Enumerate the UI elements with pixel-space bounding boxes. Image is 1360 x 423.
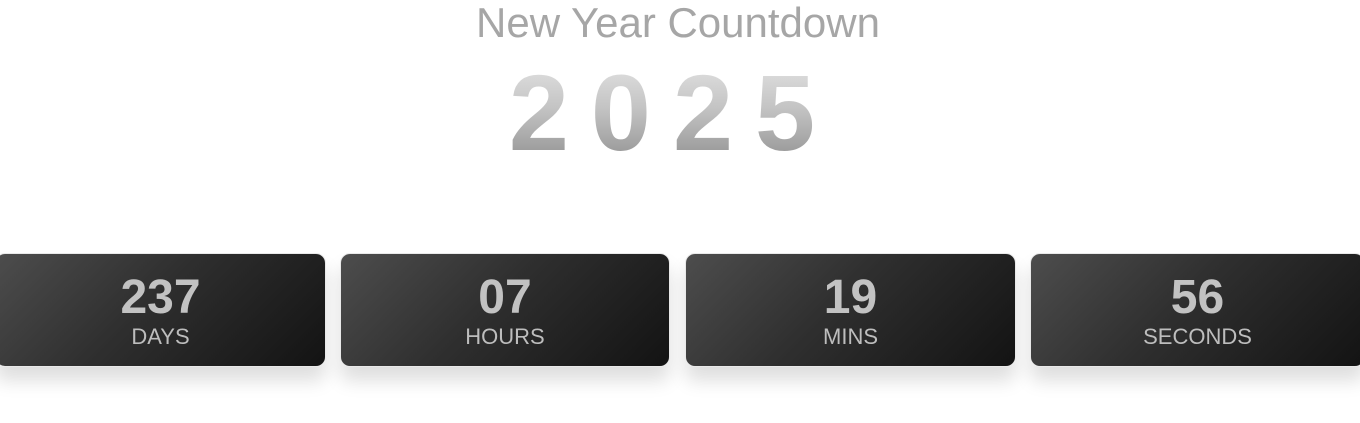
hours-card: 07 HOURS bbox=[340, 253, 670, 367]
minutes-value: 19 bbox=[823, 271, 878, 324]
hours-value: 07 bbox=[478, 271, 532, 324]
countdown-timer: 237 DAYS 07 HOURS 19 MINS 56 SECONDS bbox=[0, 253, 1360, 367]
days-card: 237 DAYS bbox=[0, 253, 326, 367]
minutes-label: MINS bbox=[823, 324, 878, 349]
year-heading: 2025 bbox=[0, 58, 1346, 168]
minutes-card: 19 MINS bbox=[685, 253, 1016, 367]
seconds-card: 56 SECONDS bbox=[1030, 253, 1360, 367]
page-title: New Year Countdown bbox=[476, 0, 880, 46]
seconds-label: SECONDS bbox=[1143, 324, 1252, 349]
countdown-page: New Year Countdown 2025 237 DAYS 07 HOUR… bbox=[0, 0, 1360, 423]
hours-label: HOURS bbox=[465, 324, 545, 349]
days-label: DAYS bbox=[131, 324, 190, 349]
days-value: 237 bbox=[120, 271, 201, 324]
seconds-value: 56 bbox=[1170, 271, 1225, 324]
